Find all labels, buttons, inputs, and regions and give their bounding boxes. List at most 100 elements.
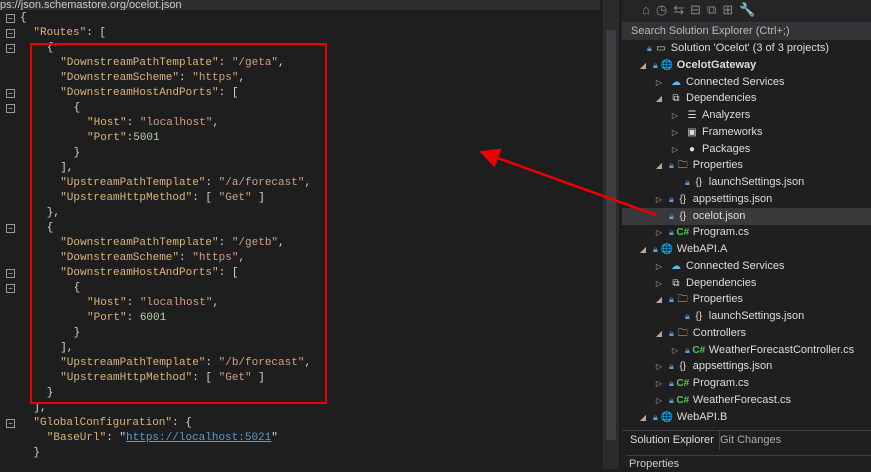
tree-item[interactable]: 🔒︎ {} launchSettings.json (668, 174, 804, 191)
json-url[interactable]: https://localhost:5021 (126, 432, 271, 444)
tree-item[interactable]: ▷ ☁ Connected Services (652, 258, 785, 275)
view-icon[interactable]: ⊞ (722, 2, 739, 17)
fold-toggle-icon[interactable]: − (6, 44, 15, 53)
fold-toggle-icon[interactable]: − (6, 224, 15, 233)
expand-toggle-icon[interactable]: ▷ (668, 141, 682, 158)
tree-item-label: WebAPI.A (676, 243, 728, 255)
tree-item[interactable]: ▷ 🔒︎ C# Program.cs (652, 375, 749, 392)
tree-item[interactable]: ▷ 🔒︎ {} appsettings.json (652, 358, 772, 375)
tree-item[interactable]: ◢ 🔒︎ 🗀 Properties (652, 157, 743, 174)
tree-item[interactable]: ▷ ● Packages (668, 141, 750, 158)
expand-toggle-icon[interactable]: ◢ (636, 241, 650, 258)
expand-toggle-icon[interactable]: ▷ (652, 191, 666, 208)
item-type-icon: ▣ (687, 126, 697, 138)
tree-item[interactable]: ▷ 🔒︎ C# WeatherForecast.cs (652, 392, 791, 409)
collapse-icon[interactable]: ⊟ (690, 2, 707, 17)
tree-item[interactable]: ◢ 🔒︎ 🗀 Controllers (652, 325, 746, 342)
expand-toggle-icon[interactable]: ▷ (652, 358, 666, 375)
tree-item-label: launchSettings.json (708, 310, 805, 322)
schema-url: ps://json.schemastore.org/ocelot.json (0, 0, 182, 10)
sync-icon[interactable]: ⇆ (673, 2, 690, 17)
expand-toggle-icon[interactable]: ▷ (652, 224, 666, 241)
expand-toggle-icon[interactable]: ▷ (652, 275, 666, 292)
code-line: "Routes": [ (33, 26, 106, 41)
lock-icon: 🔒︎ (647, 43, 652, 53)
tree-item-label: appsettings.json (692, 192, 773, 205)
item-type-icon: {} (695, 311, 703, 322)
lock-icon: 🔒︎ (669, 294, 674, 305)
code-line: "GlobalConfiguration": { (33, 416, 191, 431)
tree-item[interactable]: 🔒︎ {} launchSettings.json (668, 308, 804, 325)
tree-item[interactable]: ▷ 🔒︎ {} appsettings.json (652, 191, 772, 208)
tree-item[interactable]: ▷ ⧉ Dependencies (652, 275, 756, 292)
expand-toggle-icon[interactable]: ◢ (652, 90, 666, 107)
scrollbar-thumb[interactable] (606, 30, 616, 440)
item-type-icon: 🗀 (677, 160, 688, 172)
code-line: "BaseUrl": "https://localhost:5021" (47, 431, 278, 446)
tree-item[interactable]: 🔒︎ ▭ Solution 'Ocelot' (3 of 3 projects) (630, 40, 829, 57)
history-icon[interactable]: ◷ (656, 2, 673, 17)
tree-item[interactable]: ◢ 🔒︎ 🗀 Properties (652, 291, 743, 308)
tree-item-label: Packages (702, 142, 751, 155)
item-type-icon: ● (688, 143, 696, 155)
wrench-icon[interactable]: 🔧 (739, 2, 761, 17)
item-type-icon: 🌐 (660, 244, 674, 255)
copy-icon[interactable]: ⧉ (707, 2, 722, 17)
fold-toggle-icon[interactable]: − (6, 104, 15, 113)
tree-item[interactable]: ▷ ☰ Analyzers (668, 107, 750, 124)
expand-toggle-icon[interactable]: ◢ (636, 409, 650, 426)
expand-toggle-icon[interactable]: ▷ (668, 107, 682, 124)
tab-git-changes[interactable]: Git Changes (715, 431, 786, 450)
item-type-icon: C# (676, 394, 690, 406)
fold-toggle-icon[interactable]: − (6, 29, 15, 38)
tree-item-label: WeatherForecast.cs (692, 393, 792, 406)
expand-toggle-icon[interactable]: ▷ (652, 375, 666, 392)
tree-item[interactable]: ▷ ▣ Frameworks (668, 124, 763, 141)
fold-toggle-icon[interactable]: − (6, 419, 15, 428)
item-type-icon: C# (692, 344, 706, 356)
expand-toggle-icon[interactable]: ◢ (636, 57, 650, 74)
tree-item-label: Controllers (692, 326, 746, 339)
tree-item-label: Analyzers (702, 109, 751, 121)
tab-solution-explorer[interactable]: Solution Explorer (625, 431, 720, 450)
fold-toggle-icon[interactable]: − (6, 284, 15, 293)
lock-icon: 🔒︎ (669, 378, 674, 388)
tree-item[interactable]: ◢ 🔒︎ 🌐 WebAPI.B (636, 409, 727, 426)
expand-toggle-icon[interactable]: ◢ (652, 325, 666, 342)
tree-item-label: launchSettings.json (708, 176, 805, 188)
solution-explorer: ⌂◷⇆⊟⧉⊞🔧 Search Solution Explorer (Ctrl+;… (622, 0, 871, 470)
tree-item[interactable]: 🔒︎ {} ocelot.json (622, 207, 871, 225)
lock-icon: 🔒︎ (685, 177, 690, 187)
fold-toggle-icon[interactable]: − (6, 14, 15, 23)
lock-icon: 🔒︎ (669, 327, 674, 338)
fold-toggle-icon[interactable]: − (6, 89, 15, 98)
expand-toggle-icon[interactable]: ▷ (668, 342, 682, 359)
tree-item-label: Program.cs (692, 377, 750, 389)
search-solution-explorer-input[interactable]: Search Solution Explorer (Ctrl+;) (622, 22, 871, 40)
expand-toggle-icon[interactable]: ▷ (652, 392, 666, 409)
tree-item[interactable]: ▷ 🔒︎ C# Program.cs (652, 224, 749, 241)
tree-item[interactable]: ▷ ☁ Connected Services (652, 74, 785, 91)
item-type-icon: C# (676, 378, 690, 389)
editor-scrollbar[interactable] (603, 0, 619, 469)
expand-toggle-icon[interactable]: ◢ (652, 157, 666, 174)
tree-item[interactable]: ◢ ⧉ Dependencies (652, 90, 756, 107)
lock-icon: 🔒︎ (685, 311, 690, 321)
item-type-icon: 🗀 (677, 294, 688, 306)
item-type-icon: ☰ (687, 110, 697, 121)
expand-toggle-icon[interactable]: ◢ (652, 291, 666, 308)
fold-toggle-icon[interactable]: − (6, 269, 15, 278)
expand-toggle-icon[interactable]: ▷ (668, 124, 682, 141)
item-type-icon: {} (679, 361, 687, 373)
json-key: "BaseUrl" (46, 432, 107, 444)
solution-explorer-toolbar: ⌂◷⇆⊟⧉⊞🔧 (622, 0, 871, 22)
expand-toggle-icon[interactable]: ▷ (652, 74, 666, 91)
home-icon[interactable]: ⌂ (642, 2, 656, 17)
tree-item[interactable]: ◢ 🔒︎ 🌐 OcelotGateway (636, 57, 756, 74)
tree-item-label: WeatherForecastController.cs (708, 343, 855, 356)
lock-icon: 🔒︎ (669, 193, 674, 204)
tree-item[interactable]: ▷ 🔒︎ C# WeatherForecastController.cs (668, 342, 854, 359)
expand-toggle-icon[interactable]: ▷ (652, 258, 666, 275)
code-line: } (33, 446, 40, 461)
tree-item[interactable]: ◢ 🔒︎ 🌐 WebAPI.A (636, 241, 727, 258)
